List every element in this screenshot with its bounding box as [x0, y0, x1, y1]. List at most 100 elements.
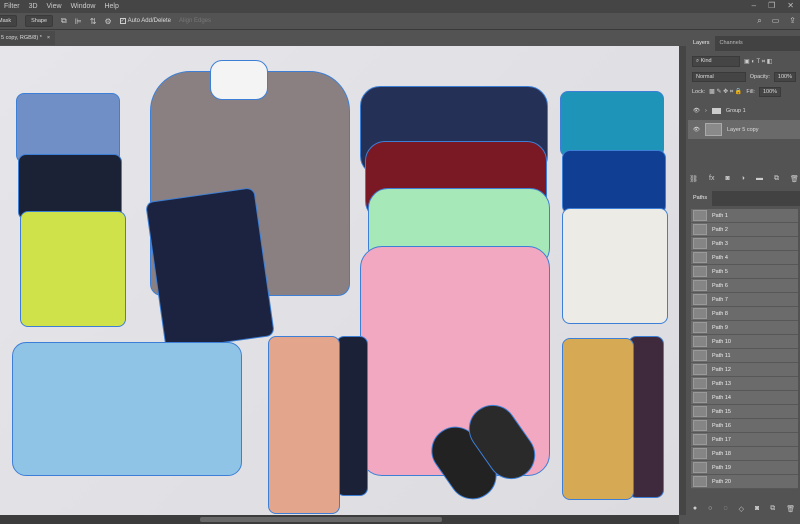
path-thumbnail: [693, 434, 707, 445]
vertical-scrollbar[interactable]: [679, 46, 686, 515]
path-row[interactable]: Path 6: [691, 279, 798, 293]
adjustment-icon[interactable]: ◑: [741, 175, 745, 183]
layer-thumbnail: [704, 123, 722, 136]
path-thumbnail: [693, 406, 707, 417]
menu-window[interactable]: Window: [71, 3, 96, 10]
path-thumbnail: [693, 224, 707, 235]
path-arrangement-icon[interactable]: ⇅: [90, 17, 97, 26]
fill-input[interactable]: 100%: [758, 86, 782, 97]
path-thumbnail: [693, 252, 707, 263]
filter-icons[interactable]: ▣ ◐ T ⌗ ◧: [744, 58, 772, 66]
filter-kind-select[interactable]: ⌕ Kind: [692, 56, 740, 67]
path-thumbnail: [693, 364, 707, 375]
path-row[interactable]: Path 10: [691, 335, 798, 349]
mask-icon[interactable]: ◙: [725, 175, 729, 183]
folder-icon: [711, 107, 721, 114]
stroke-path-icon[interactable]: ○: [708, 505, 712, 513]
document-tab[interactable]: 5 copy, RGB/8) * ×: [0, 31, 55, 45]
tab-channels[interactable]: Channels: [715, 36, 748, 51]
layer-5-copy[interactable]: 👁 Layer 5 copy: [688, 120, 800, 139]
tab-paths[interactable]: Paths: [688, 191, 713, 206]
light-blue-shirt: [12, 342, 242, 476]
path-row[interactable]: Path 11: [691, 349, 798, 363]
fill-label: Fill:: [746, 88, 755, 95]
path-row[interactable]: Path 14: [691, 391, 798, 405]
path-thumbnail: [693, 378, 707, 389]
auto-add-delete-checkbox[interactable]: ✓ Auto Add/Delete: [119, 18, 171, 24]
opacity-input[interactable]: 100%: [773, 71, 796, 82]
path-thumbnail: [693, 266, 707, 277]
add-mask-icon[interactable]: ◙: [755, 505, 759, 513]
close-button[interactable]: ✕: [787, 1, 794, 10]
royal-blue-sweater: [562, 150, 666, 214]
canvas[interactable]: [0, 46, 679, 515]
minimize-button[interactable]: –: [752, 1, 756, 10]
path-row[interactable]: Path 7: [691, 293, 798, 307]
path-row[interactable]: Path 20: [691, 475, 798, 489]
path-row[interactable]: Path 19: [691, 461, 798, 475]
gear-icon[interactable]: ⚙: [104, 17, 111, 26]
right-panels: Layers Channels ⌕ Kind ▣ ◐ T ⌗ ◧ Normal …: [688, 36, 800, 524]
eye-icon[interactable]: 👁: [693, 127, 700, 133]
path-row[interactable]: Path 15: [691, 405, 798, 419]
path-row[interactable]: Path 5: [691, 265, 798, 279]
path-thumbnail: [693, 210, 707, 221]
horizontal-scroll-thumb[interactable]: [200, 517, 442, 522]
new-path-icon[interactable]: ⧉: [770, 505, 775, 513]
paths-panel-tabs: Paths: [688, 191, 800, 206]
path-row[interactable]: Path 17: [691, 433, 798, 447]
path-row[interactable]: Path 4: [691, 251, 798, 265]
load-selection-icon[interactable]: ◌: [723, 505, 727, 513]
close-tab-icon[interactable]: ×: [47, 35, 50, 41]
path-row[interactable]: Path 3: [691, 237, 798, 251]
path-row[interactable]: Path 13: [691, 377, 798, 391]
tab-layers[interactable]: Layers: [688, 36, 715, 51]
link-icon[interactable]: ⛓: [689, 175, 698, 183]
chevron-right-icon[interactable]: ›: [705, 108, 707, 114]
fx-icon[interactable]: fx: [709, 175, 714, 183]
path-row[interactable]: Path 12: [691, 363, 798, 377]
folder-icon[interactable]: ▬: [756, 175, 763, 183]
blend-mode-select[interactable]: Normal: [692, 71, 746, 82]
restore-button[interactable]: ❐: [768, 1, 775, 10]
path-thumbnail: [693, 238, 707, 249]
blue-sweater: [16, 93, 120, 163]
teal-sweater: [560, 91, 664, 157]
menu-help[interactable]: Help: [104, 3, 118, 10]
path-row[interactable]: Path 9: [691, 321, 798, 335]
white-sweater: [562, 208, 668, 324]
opacity-label: Opacity:: [749, 73, 770, 80]
trash-icon[interactable]: 🗑: [790, 175, 799, 183]
path-thumbnail: [693, 476, 707, 487]
search-icon[interactable]: ⌕: [757, 16, 761, 26]
shape-button[interactable]: Shape: [25, 15, 54, 27]
navy-shorts: [336, 336, 368, 496]
eye-icon[interactable]: 👁: [693, 108, 700, 114]
path-operations-icon[interactable]: ⧉: [61, 16, 67, 26]
share-icon[interactable]: ⇪: [789, 16, 796, 26]
menu-filter[interactable]: Filter: [4, 3, 20, 10]
path-thumbnail: [693, 322, 707, 333]
path-alignment-icon[interactable]: ⊫: [75, 17, 82, 26]
path-row[interactable]: Path 16: [691, 419, 798, 433]
path-thumbnail: [693, 448, 707, 459]
path-thumbnail: [693, 280, 707, 291]
make-path-icon[interactable]: ◇: [739, 505, 744, 513]
path-row[interactable]: Path 18: [691, 447, 798, 461]
fill-path-icon[interactable]: ●: [693, 505, 697, 513]
new-layer-icon[interactable]: ⧉: [774, 175, 779, 183]
path-row[interactable]: Path 8: [691, 307, 798, 321]
layer-group-1[interactable]: 👁 › Group 1: [688, 101, 800, 120]
path-row[interactable]: Path 2: [691, 223, 798, 237]
trash-icon[interactable]: 🗑: [786, 505, 795, 513]
mustard-shorts: [562, 338, 634, 500]
lock-icons[interactable]: ▩ ✎ ✥ ⌗ 🔒: [709, 88, 742, 96]
menu-view[interactable]: View: [47, 3, 62, 10]
workspace-icon[interactable]: ▭: [772, 16, 780, 26]
paths-list: Path 1 Path 2 Path 3 Path 4 Path 5 Path 6 Path…: [688, 209, 800, 489]
path-row[interactable]: Path 1: [691, 209, 798, 223]
mask-button[interactable]: Mask: [0, 15, 18, 27]
menu-3d[interactable]: 3D: [29, 3, 38, 10]
path-thumbnail: [693, 336, 707, 347]
path-thumbnail: [693, 350, 707, 361]
